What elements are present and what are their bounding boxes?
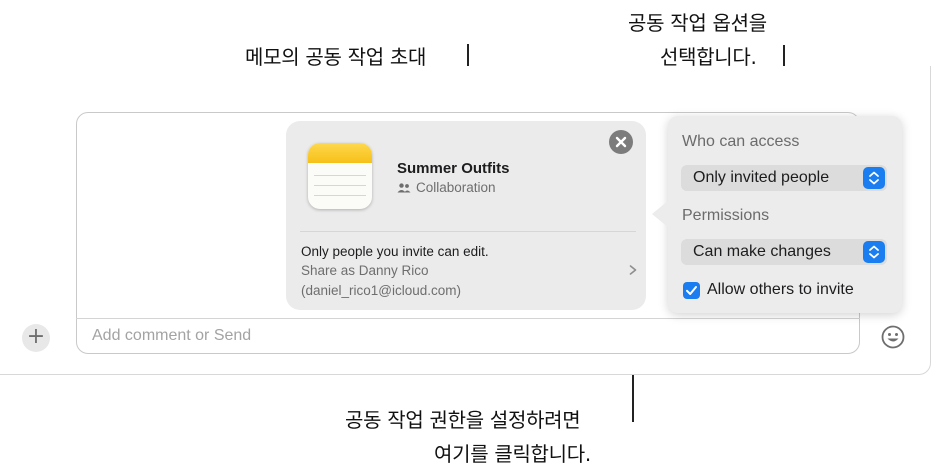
emoji-icon: [881, 325, 905, 349]
close-icon: [615, 136, 627, 148]
close-button[interactable]: [609, 130, 633, 154]
who-can-access-stepper: [863, 167, 885, 189]
permissions-disclosure[interactable]: [627, 262, 639, 276]
notes-app-icon: [308, 143, 372, 209]
add-attachment-button[interactable]: +: [22, 324, 50, 352]
callout-permissions-line1: 공동 작업 권한을 설정하려면: [345, 408, 581, 432]
allow-others-label[interactable]: Allow others to invite: [707, 281, 854, 299]
permissions-stepper: [863, 241, 885, 263]
compose-divider: [76, 318, 860, 319]
people-icon: [397, 182, 411, 192]
note-title: Summer Outfits: [397, 160, 510, 177]
who-can-access-value: Only invited people: [693, 169, 830, 186]
stepper-icon: [869, 245, 879, 259]
collaboration-label: Collaboration: [416, 180, 496, 195]
collaboration-row: Collaboration: [397, 180, 496, 195]
access-summary[interactable]: Only people you invite can edit.: [301, 244, 489, 259]
callout-permissions-line2: 여기를 클릭합니다.: [434, 442, 591, 466]
chevron-right-icon: [629, 265, 637, 275]
popover-arrow: [652, 200, 669, 228]
emoji-button[interactable]: [879, 323, 907, 351]
card-divider: [300, 231, 636, 232]
who-can-access-select[interactable]: Only invited people: [681, 165, 887, 191]
allow-others-checkbox[interactable]: [683, 282, 700, 299]
callout-options-line1: 공동 작업 옵션을: [628, 11, 767, 35]
permissions-label: Permissions: [682, 207, 770, 224]
plus-icon: +: [26, 324, 46, 349]
comment-input[interactable]: [92, 324, 832, 348]
permissions-select[interactable]: Can make changes: [681, 239, 887, 265]
stepper-icon: [869, 171, 879, 185]
who-can-access-label: Who can access: [682, 133, 800, 150]
share-email[interactable]: (daniel_rico1@icloud.com): [301, 283, 461, 298]
checkmark-icon: [686, 286, 697, 295]
permissions-value: Can make changes: [693, 243, 831, 260]
share-as-label[interactable]: Share as Danny Rico: [301, 263, 429, 278]
